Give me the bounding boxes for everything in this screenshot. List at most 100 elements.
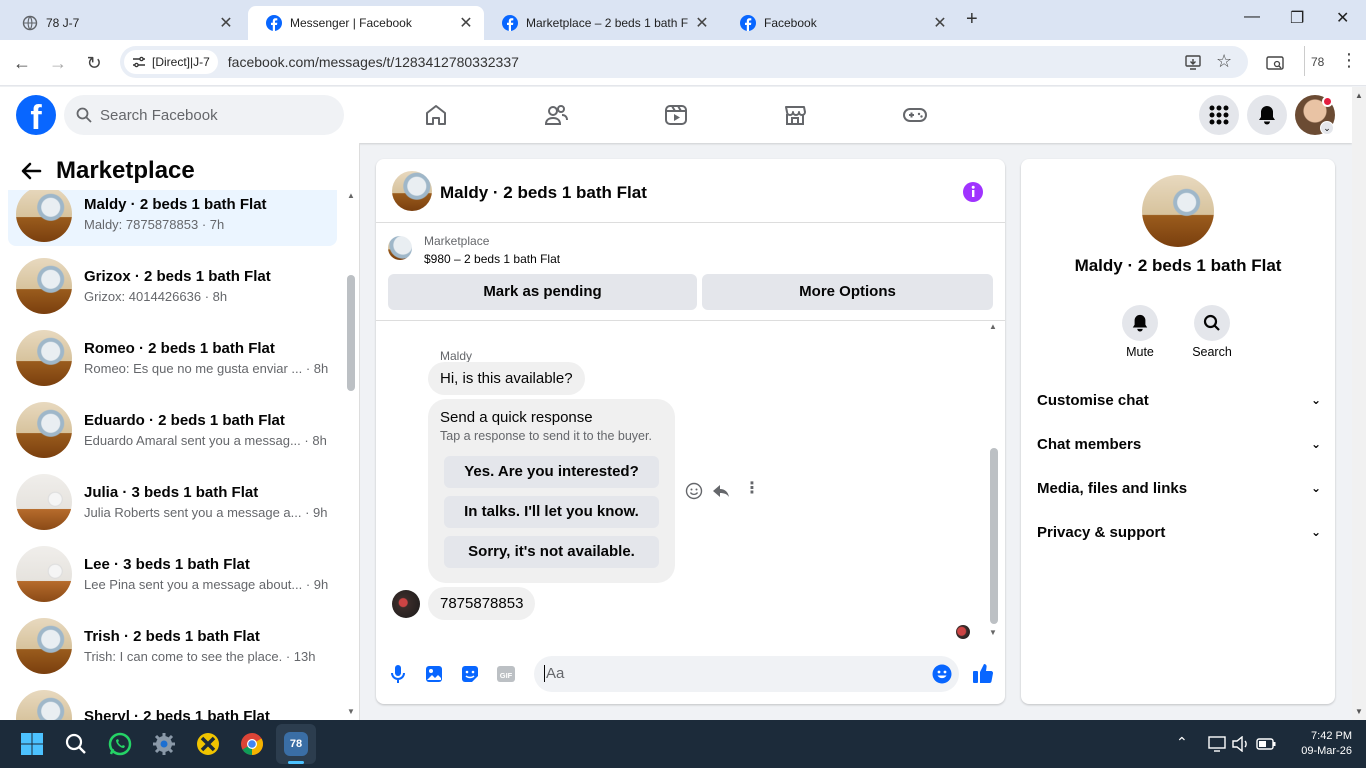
browser-tab[interactable]: Facebook ✕ bbox=[722, 6, 958, 40]
quick-response-title: Send a quick response bbox=[440, 409, 593, 426]
more-actions-icon[interactable]: ⋮ bbox=[744, 478, 760, 498]
bell-icon bbox=[1259, 106, 1275, 125]
listing-title[interactable]: $980 – 2 beds 1 bath Flat bbox=[424, 252, 560, 266]
react-emoji-icon[interactable] bbox=[685, 482, 703, 500]
more-options-button[interactable]: More Options bbox=[702, 274, 993, 310]
media-files-links-section[interactable]: Media, files and links ⌄ bbox=[1037, 476, 1321, 500]
close-tab-icon[interactable]: ✕ bbox=[458, 13, 474, 33]
chat-members-section[interactable]: Chat members ⌄ bbox=[1037, 432, 1321, 456]
chevron-up-icon[interactable]: ⌃ bbox=[1176, 734, 1188, 751]
back-arrow-icon[interactable] bbox=[20, 160, 42, 182]
list-scrollbar[interactable]: ▲ ▼ bbox=[345, 191, 357, 719]
vpn-app-icon[interactable] bbox=[196, 732, 220, 756]
facebook-logo[interactable]: f bbox=[16, 95, 56, 135]
customise-chat-section[interactable]: Customise chat ⌄ bbox=[1037, 388, 1321, 412]
menu-button[interactable] bbox=[1199, 95, 1239, 135]
battery-icon[interactable] bbox=[1256, 737, 1276, 751]
list-item[interactable]: Maldy · 2 beds 1 bath Flat Maldy: 7875878… bbox=[8, 190, 337, 246]
quick-response-subtitle: Tap a response to send it to the buyer. bbox=[440, 429, 652, 443]
listing-label: Marketplace bbox=[424, 234, 490, 248]
new-tab-icon[interactable]: + bbox=[966, 8, 978, 31]
back-icon[interactable]: ← bbox=[12, 53, 32, 73]
system-clock[interactable]: 7:42 PM 09-Mar-26 bbox=[1284, 729, 1352, 759]
settings-gear-icon[interactable] bbox=[152, 732, 176, 756]
list-item[interactable]: Julia · 3 beds 1 bath Flat Julia Roberts … bbox=[8, 470, 337, 534]
emoji-icon[interactable] bbox=[932, 664, 952, 684]
thumbs-up-icon[interactable] bbox=[972, 662, 994, 684]
whatsapp-icon[interactable] bbox=[108, 732, 132, 756]
list-item[interactable]: Grizox · 2 beds 1 bath Flat Grizox: 40144… bbox=[8, 254, 337, 318]
search-placeholder: Search Facebook bbox=[100, 106, 218, 124]
reload-icon[interactable]: ↻ bbox=[84, 53, 104, 73]
close-window-icon[interactable]: ✕ bbox=[1336, 8, 1349, 28]
minimize-icon[interactable]: — bbox=[1244, 8, 1260, 26]
close-tab-icon[interactable]: ✕ bbox=[694, 13, 710, 33]
marketplace-icon[interactable] bbox=[783, 103, 807, 127]
reply-icon[interactable] bbox=[712, 482, 730, 500]
microphone-icon[interactable] bbox=[388, 664, 408, 684]
browser-tab[interactable]: Marketplace – 2 beds 1 bath Fla ✕ bbox=[484, 6, 720, 40]
friends-icon[interactable] bbox=[544, 103, 568, 127]
conversation-preview: Julia Roberts sent you a message a... · … bbox=[84, 505, 328, 520]
search-in-chat-button[interactable] bbox=[1194, 305, 1230, 341]
quick-response-option[interactable]: Sorry, it's not available. bbox=[444, 536, 659, 568]
conversation-preview: Romeo: Es que no me gusta enviar ... · 8… bbox=[84, 361, 329, 376]
page-scrollbar[interactable]: ▲ ▼ bbox=[1352, 87, 1366, 720]
search-icon[interactable] bbox=[64, 732, 88, 756]
volume-icon[interactable] bbox=[1232, 736, 1250, 752]
list-item[interactable]: Eduardo · 2 beds 1 bath Flat Eduardo Amar… bbox=[8, 398, 337, 462]
thread-scrollbar[interactable]: ▲ ▼ bbox=[988, 322, 1000, 642]
active-indicator bbox=[288, 761, 304, 764]
message-input[interactable]: Aa bbox=[534, 656, 959, 692]
message-bubble[interactable]: Hi, is this available? bbox=[428, 362, 585, 395]
quick-response-option[interactable]: Yes. Are you interested? bbox=[444, 456, 659, 488]
sticker-icon[interactable] bbox=[460, 664, 480, 684]
list-item[interactable]: Lee · 3 beds 1 bath Flat Lee Pina sent yo… bbox=[8, 542, 337, 606]
profile-badge[interactable]: 78 bbox=[1311, 55, 1324, 69]
install-app-icon[interactable] bbox=[1184, 53, 1202, 71]
quick-response-option[interactable]: In talks. I'll let you know. bbox=[444, 496, 659, 528]
forward-icon[interactable]: → bbox=[48, 53, 68, 73]
privacy-support-section[interactable]: Privacy & support ⌄ bbox=[1037, 520, 1321, 544]
listing-photo bbox=[16, 402, 72, 458]
listing-thumbnail[interactable] bbox=[388, 236, 412, 260]
browser-tab[interactable]: 78 J-7 ✕ bbox=[4, 6, 244, 40]
address-bar[interactable]: [Direct]|J-7 facebook.com/messages/t/128… bbox=[120, 46, 1248, 78]
list-item[interactable]: Trish · 2 beds 1 bath Flat Trish: I can c… bbox=[8, 614, 337, 678]
close-tab-icon[interactable]: ✕ bbox=[218, 13, 234, 33]
gif-icon[interactable]: GIF bbox=[496, 664, 516, 684]
info-avatar[interactable] bbox=[1142, 175, 1214, 247]
conversation-name: Sheryl · 2 beds 1 bath Flat bbox=[84, 707, 270, 721]
site-info-chip[interactable]: [Direct]|J-7 bbox=[124, 50, 218, 74]
conversation-name: Romeo · 2 beds 1 bath Flat bbox=[84, 340, 275, 357]
restore-icon[interactable]: ❐ bbox=[1290, 8, 1304, 28]
browser-menu-icon[interactable]: ⋮ bbox=[1340, 50, 1358, 71]
facebook-search-input[interactable]: Search Facebook bbox=[64, 95, 344, 135]
windows-start-icon[interactable] bbox=[20, 732, 44, 756]
gaming-icon[interactable] bbox=[903, 103, 927, 127]
sender-avatar[interactable] bbox=[392, 590, 420, 618]
chat-title[interactable]: Maldy · 2 beds 1 bath Flat bbox=[440, 183, 647, 203]
message-bubble[interactable]: 7875878853 bbox=[428, 587, 536, 620]
browser-tab-active[interactable]: Messenger | Facebook ✕ bbox=[248, 6, 484, 40]
mute-button[interactable] bbox=[1122, 305, 1158, 341]
home-icon[interactable] bbox=[424, 103, 448, 127]
close-tab-icon[interactable]: ✕ bbox=[932, 13, 948, 33]
browser-toolbar: ← → ↻ [Direct]|J-7 facebook.com/messages… bbox=[0, 40, 1366, 86]
display-icon[interactable] bbox=[1208, 736, 1226, 752]
info-icon[interactable] bbox=[962, 181, 984, 203]
bookmark-star-icon[interactable]: ☆ bbox=[1216, 51, 1232, 72]
list-item[interactable]: Romeo · 2 beds 1 bath Flat Romeo: Es que … bbox=[8, 326, 337, 390]
list-item[interactable]: Sheryl · 2 beds 1 bath Flat bbox=[8, 686, 337, 720]
video-icon[interactable] bbox=[664, 103, 688, 127]
conversation-name: Julia · 3 beds 1 bath Flat bbox=[84, 484, 259, 501]
chevron-down-icon[interactable]: ⌄ bbox=[1320, 121, 1334, 135]
photo-icon[interactable] bbox=[424, 664, 444, 684]
chat-avatar[interactable] bbox=[392, 171, 432, 211]
notifications-button[interactable] bbox=[1247, 95, 1287, 135]
mark-as-pending-button[interactable]: Mark as pending bbox=[388, 274, 697, 310]
browser-profile-app-icon[interactable]: 78 bbox=[284, 732, 308, 756]
chrome-icon[interactable] bbox=[240, 732, 264, 756]
listing-photo bbox=[16, 190, 72, 242]
tab-search-icon[interactable] bbox=[1266, 54, 1284, 72]
